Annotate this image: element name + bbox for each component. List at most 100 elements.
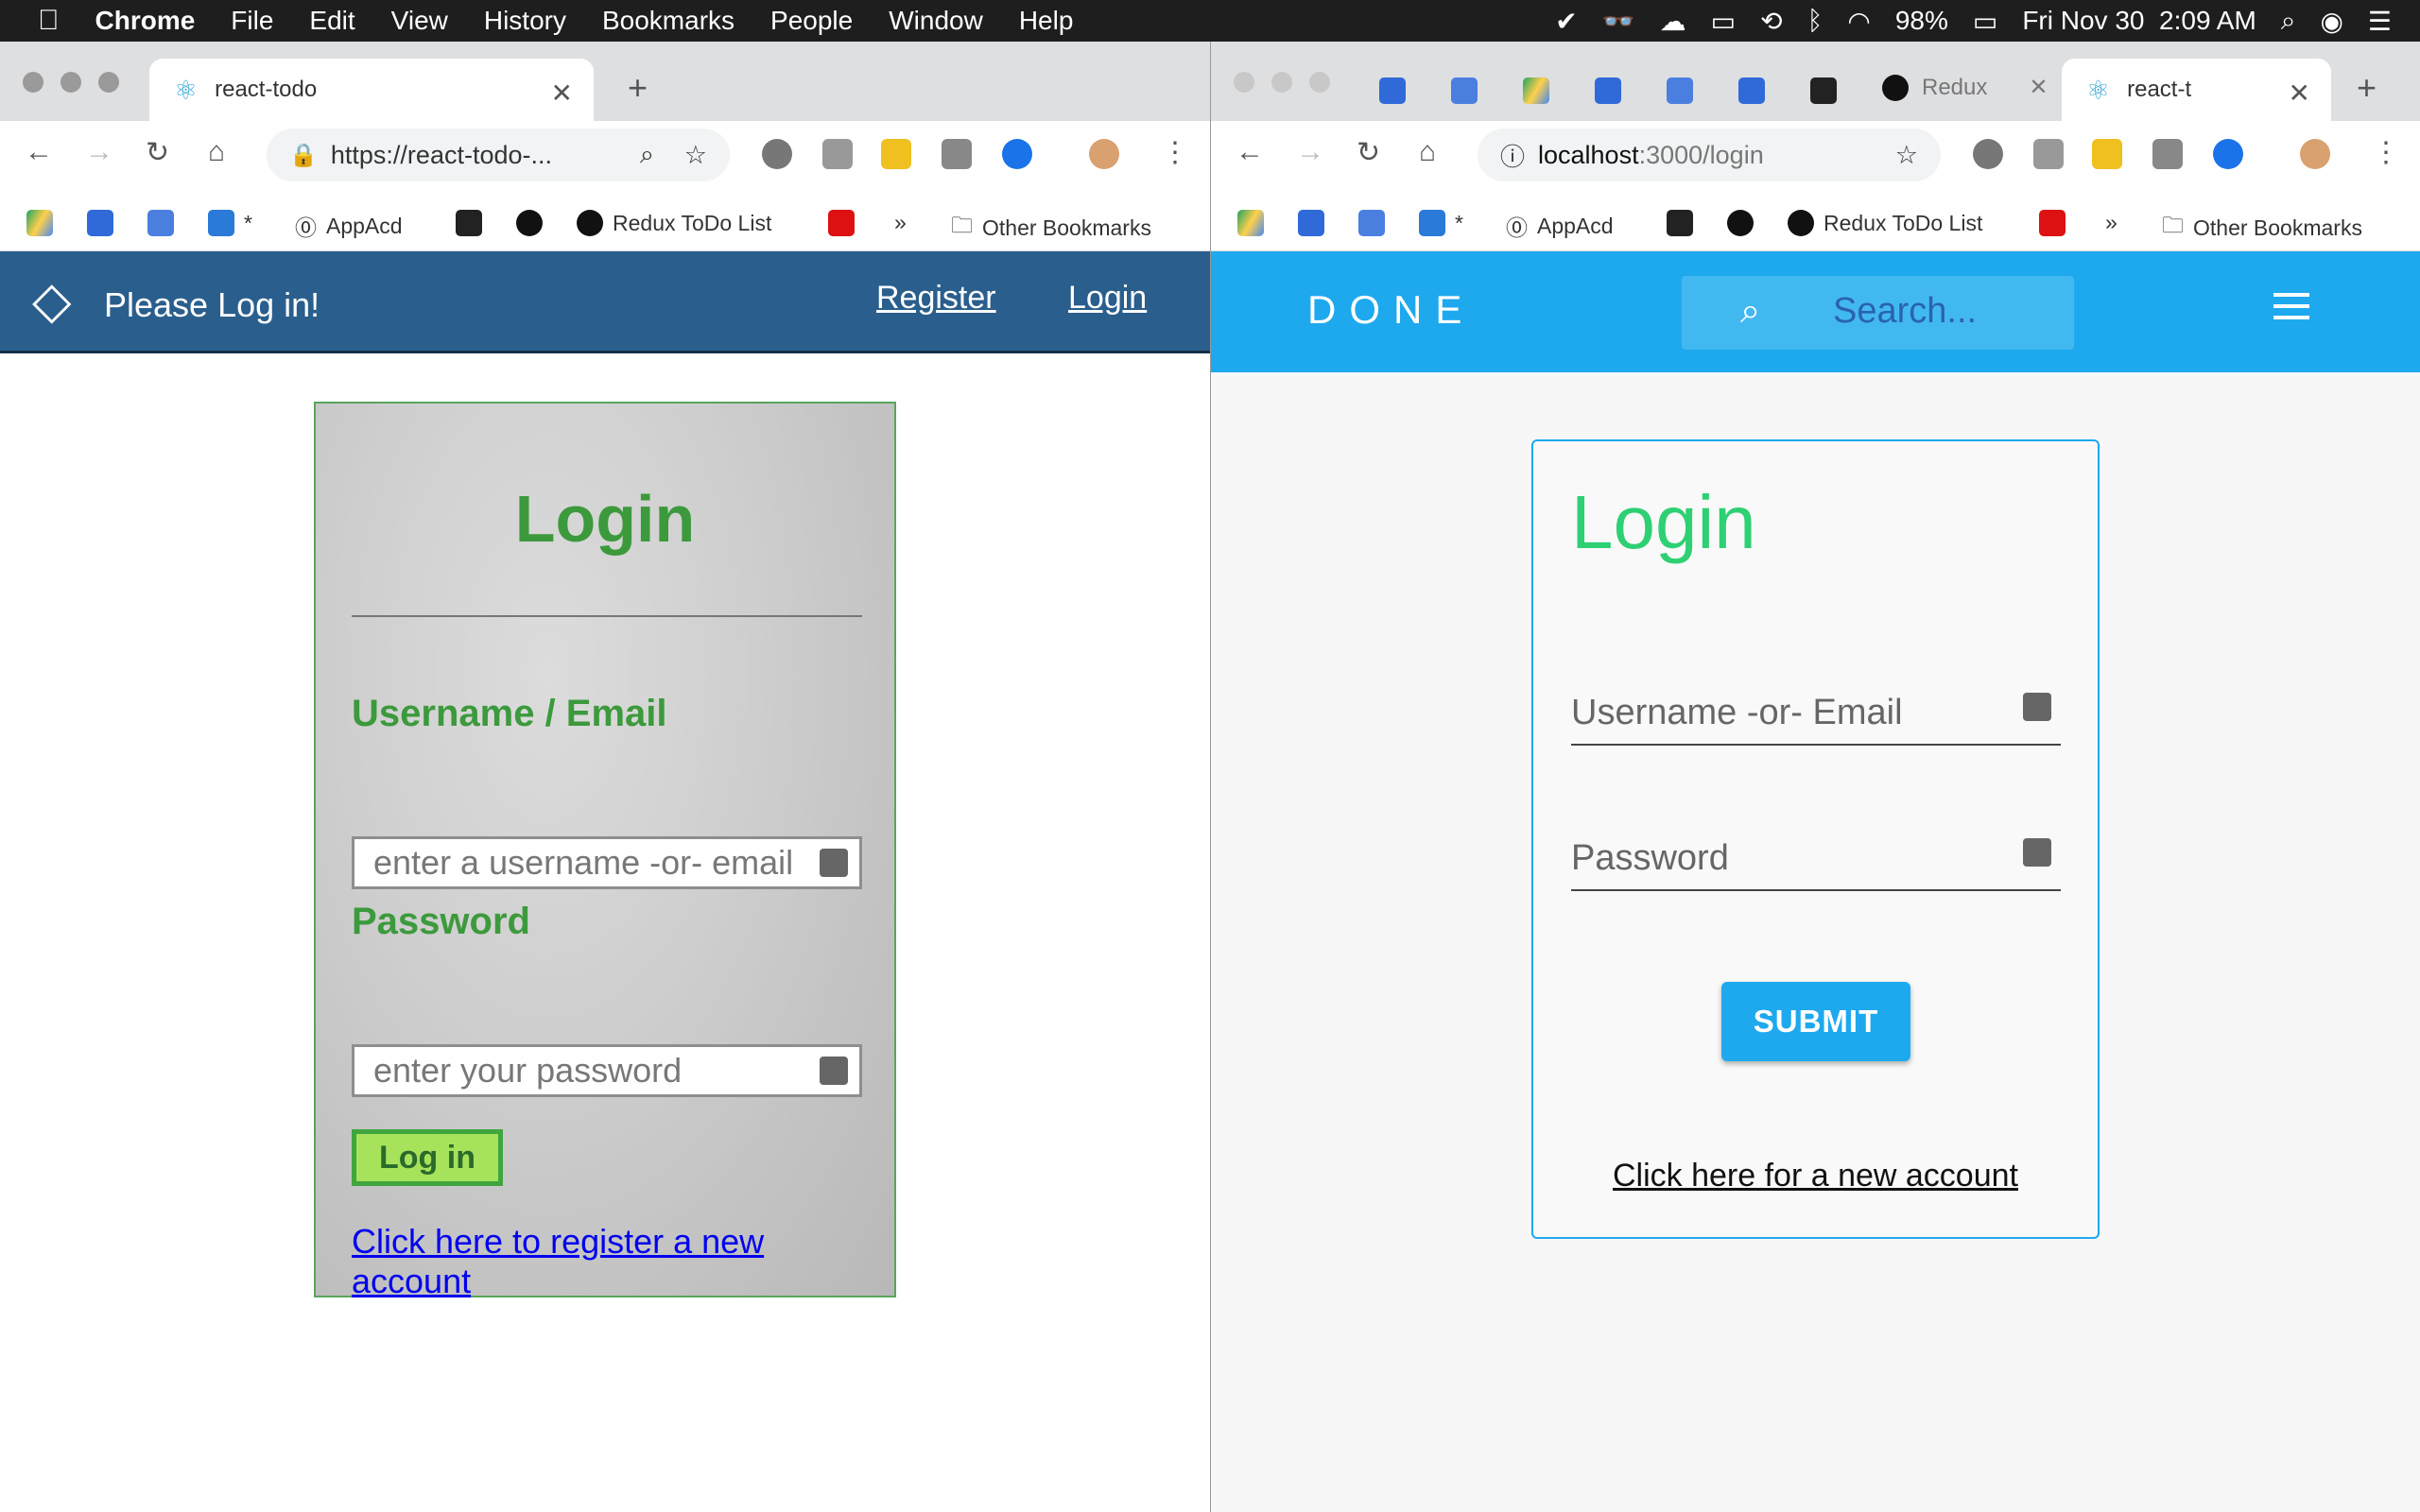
menu-edit[interactable]: Edit — [309, 6, 354, 36]
drive-tab-icon[interactable] — [1523, 77, 1549, 104]
bluetooth-icon[interactable]: ᛒ — [1807, 6, 1824, 36]
more-bookmarks-chevron[interactable]: » — [894, 210, 907, 235]
minimize-window-button[interactable] — [1271, 72, 1292, 93]
slack-bookmark-icon[interactable] — [1667, 210, 1693, 236]
username-input[interactable]: enter a username -or- email — [352, 836, 862, 889]
github-bookmark-icon[interactable] — [516, 210, 543, 236]
calendar-tab-icon[interactable] — [1667, 77, 1693, 104]
mail-tab-icon[interactable] — [1738, 77, 1765, 104]
glasses-icon[interactable]: 👓 — [1602, 6, 1635, 37]
trello-bookmark-icon[interactable]: * — [1419, 210, 1463, 236]
messages-extension-icon[interactable] — [881, 139, 911, 169]
cloud-icon[interactable]: ☁ — [1660, 6, 1686, 37]
back-arrow-icon[interactable]: ← — [1236, 136, 1264, 168]
more-menu-icon[interactable]: ⋮ — [1161, 136, 1189, 169]
battery-icon[interactable]: ▭ — [1973, 6, 1997, 37]
time-machine-icon[interactable]: ⟲ — [1760, 6, 1782, 37]
mail-bookmark-icon[interactable] — [1298, 210, 1324, 236]
calendar-tab-icon[interactable] — [1451, 77, 1478, 104]
slack-bookmark-icon[interactable] — [456, 210, 482, 236]
bookmark-redux-todo[interactable]: Redux ToDo List — [1788, 210, 1982, 236]
trello-tab-icon[interactable] — [1810, 77, 1837, 104]
red-bookmark-icon[interactable] — [828, 210, 855, 236]
notification-center-icon[interactable]: ☰ — [2368, 6, 2392, 37]
forward-arrow-icon[interactable]: → — [1296, 136, 1324, 168]
bookmark-star-icon[interactable]: ☆ — [684, 141, 707, 170]
more-menu-icon[interactable]: ⋮ — [2372, 136, 2400, 169]
bookmark-star-icon[interactable]: ☆ — [1895, 141, 1918, 170]
close-tab-icon[interactable]: ✕ — [551, 77, 573, 109]
menu-window[interactable]: Window — [889, 6, 983, 36]
spotlight-search-icon[interactable]: ⌕ — [2281, 6, 2296, 37]
login-link[interactable]: Login — [1068, 280, 1147, 317]
trello-bookmark-icon[interactable]: * — [208, 210, 252, 236]
password-manager-icon[interactable] — [2023, 838, 2051, 867]
red-bookmark-icon[interactable] — [2039, 210, 2066, 236]
mail-tab-icon[interactable] — [1595, 77, 1621, 104]
new-tab-button[interactable]: + — [2357, 68, 2377, 108]
menu-people[interactable]: People — [770, 6, 853, 36]
tab-react-todo[interactable]: ⚛ react-todo ✕ — [149, 59, 594, 121]
other-bookmarks-folder[interactable]: 🗀 Other Bookmarks — [951, 210, 1151, 247]
calendar-bookmark-icon[interactable] — [147, 210, 174, 236]
h-extension-icon[interactable] — [942, 139, 972, 169]
password-manager-icon[interactable] — [820, 849, 848, 877]
settings-extension-icon[interactable] — [762, 139, 792, 169]
airplay-icon[interactable]: ▭ — [1711, 6, 1736, 37]
home-icon[interactable]: ⌂ — [208, 136, 225, 168]
password-manager-icon[interactable] — [820, 1057, 848, 1085]
wifi-icon[interactable]: ◠ — [1847, 6, 1870, 37]
zoom-window-button[interactable] — [98, 72, 119, 93]
register-account-link[interactable]: Click here to register a new account — [352, 1222, 843, 1301]
messages-extension-icon[interactable] — [2092, 139, 2122, 169]
github-bookmark-icon[interactable] — [1727, 210, 1754, 236]
password-field[interactable]: Password — [1571, 838, 2061, 891]
password-input[interactable]: enter your password — [352, 1044, 862, 1097]
drive-bookmark-icon[interactable] — [1237, 210, 1264, 236]
h-extension-icon[interactable] — [2152, 139, 2183, 169]
bookmark-appacd[interactable]: ⓪ AppAcd — [1506, 210, 1614, 242]
back-arrow-icon[interactable]: ← — [25, 136, 53, 168]
zoom-icon[interactable]: ⌕ — [640, 140, 654, 170]
calendar-bookmark-icon[interactable] — [1358, 210, 1385, 236]
grid-extension-icon[interactable] — [2033, 139, 2064, 169]
search-input[interactable]: ⌕ Search... — [1682, 276, 2074, 350]
hamburger-menu-icon[interactable] — [2273, 293, 2309, 319]
tab-react-todo[interactable]: ⚛ react-t ✕ — [2062, 59, 2331, 121]
apple-icon[interactable]:  — [38, 5, 60, 37]
username-field[interactable]: Username -or- Email — [1571, 693, 2061, 746]
done-logo[interactable]: DONE — [1307, 287, 1475, 333]
mail-bookmark-icon[interactable] — [87, 210, 113, 236]
close-tab-icon[interactable]: ✕ — [2289, 77, 2310, 109]
menu-view[interactable]: View — [391, 6, 448, 36]
menu-history[interactable]: History — [484, 6, 566, 36]
video-extension-icon[interactable] — [2213, 139, 2243, 169]
settings-extension-icon[interactable] — [1973, 139, 2003, 169]
address-bar[interactable]: 🔒 https://react-todo-... ⌕ ☆ — [267, 129, 730, 181]
drive-bookmark-icon[interactable] — [26, 210, 53, 236]
mail-tab-icon[interactable] — [1379, 77, 1406, 104]
login-button[interactable]: Log in — [352, 1129, 503, 1186]
home-icon[interactable]: ⌂ — [1419, 136, 1436, 168]
siri-icon[interactable]: ◉ — [2320, 6, 2342, 37]
forward-arrow-icon[interactable]: → — [85, 136, 113, 168]
tab-redux[interactable]: Redux ✕ — [1882, 74, 2048, 101]
minimize-window-button[interactable] — [60, 72, 81, 93]
reload-icon[interactable]: ↻ — [146, 136, 169, 169]
zoom-window-button[interactable] — [1309, 72, 1330, 93]
grid-extension-icon[interactable] — [822, 139, 853, 169]
menu-app-name[interactable]: Chrome — [95, 6, 196, 36]
profile-avatar[interactable] — [1089, 139, 1119, 169]
bookmark-appacd[interactable]: ⓪ AppAcd — [295, 210, 403, 242]
profile-avatar[interactable] — [2300, 139, 2330, 169]
new-tab-button[interactable]: + — [628, 68, 648, 108]
reload-icon[interactable]: ↻ — [1357, 136, 1380, 169]
logo-icon[interactable]: ◇ — [32, 270, 96, 329]
menu-help[interactable]: Help — [1019, 6, 1074, 36]
submit-button[interactable]: SUBMIT — [1721, 982, 1910, 1061]
menu-file[interactable]: File — [231, 6, 273, 36]
more-bookmarks-chevron[interactable]: » — [2105, 210, 2118, 235]
password-manager-icon[interactable] — [2023, 693, 2051, 721]
new-account-link[interactable]: Click here for a new account — [1533, 1158, 2098, 1194]
close-tab-icon[interactable]: ✕ — [2029, 74, 2048, 101]
